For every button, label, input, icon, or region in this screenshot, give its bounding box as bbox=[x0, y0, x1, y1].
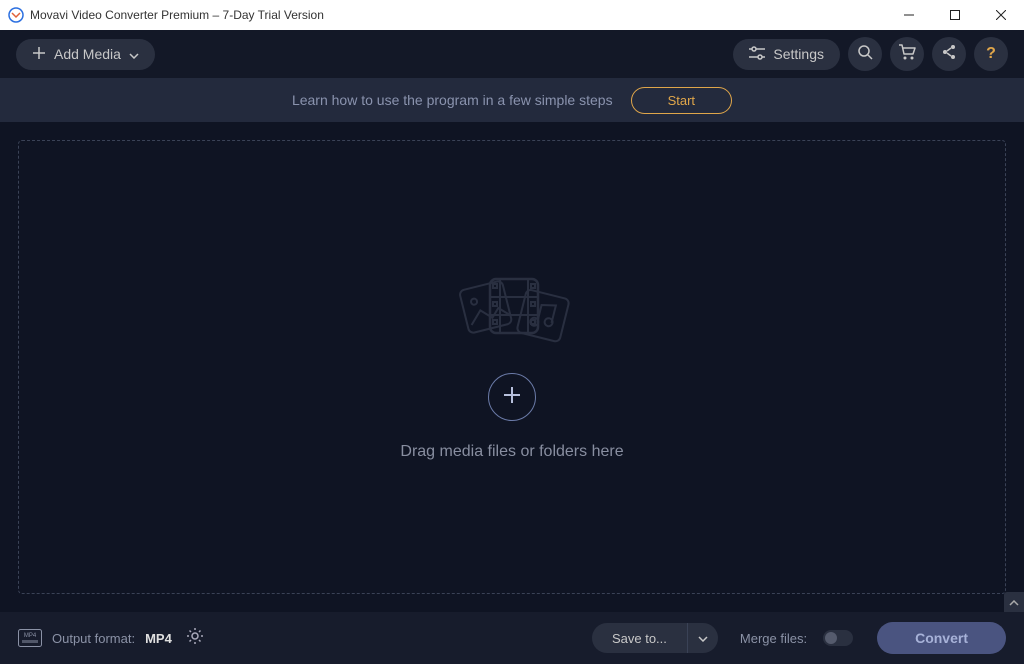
cart-button[interactable] bbox=[890, 37, 924, 71]
bottom-bar: MP4 Output format: MP4 Save to... Merge … bbox=[0, 612, 1024, 664]
close-button[interactable] bbox=[978, 0, 1024, 30]
start-tutorial-button[interactable]: Start bbox=[631, 87, 732, 114]
format-settings-button[interactable] bbox=[186, 627, 204, 650]
title-left: Movavi Video Converter Premium – 7-Day T… bbox=[8, 7, 324, 23]
plus-icon bbox=[501, 384, 523, 411]
help-button[interactable]: ? bbox=[974, 37, 1008, 71]
output-format-label: Output format: bbox=[52, 631, 135, 646]
search-icon bbox=[857, 44, 873, 65]
help-icon: ? bbox=[986, 45, 996, 63]
settings-label: Settings bbox=[773, 46, 824, 62]
chevron-up-icon bbox=[1009, 593, 1019, 611]
save-to-button[interactable]: Save to... bbox=[592, 625, 687, 652]
convert-button[interactable]: Convert bbox=[877, 622, 1006, 654]
collapse-presets-button[interactable] bbox=[1004, 592, 1024, 612]
dropzone-hint: Drag media files or folders here bbox=[400, 443, 623, 461]
add-media-button[interactable]: Add Media bbox=[16, 39, 155, 70]
maximize-button[interactable] bbox=[932, 0, 978, 30]
toolbar-right: Settings ? bbox=[733, 37, 1008, 71]
merge-files-toggle[interactable] bbox=[823, 630, 853, 646]
share-button[interactable] bbox=[932, 37, 966, 71]
plus-icon bbox=[32, 46, 46, 63]
search-button[interactable] bbox=[848, 37, 882, 71]
window-controls bbox=[886, 0, 1024, 30]
main-area: Drag media files or folders here bbox=[0, 122, 1024, 612]
chevron-down-icon bbox=[129, 46, 139, 62]
window-title: Movavi Video Converter Premium – 7-Day T… bbox=[30, 8, 324, 22]
gear-icon bbox=[186, 632, 204, 649]
chevron-down-icon bbox=[698, 629, 708, 646]
minimize-button[interactable] bbox=[886, 0, 932, 30]
cart-icon bbox=[898, 44, 916, 65]
share-icon bbox=[941, 44, 957, 65]
save-to-dropdown[interactable] bbox=[687, 623, 718, 653]
app-toolbar: Add Media Settings ? bbox=[0, 30, 1024, 78]
banner-text: Learn how to use the program in a few si… bbox=[292, 92, 613, 108]
add-files-button[interactable] bbox=[488, 373, 536, 421]
output-format-value[interactable]: MP4 bbox=[145, 631, 172, 646]
save-to-group: Save to... bbox=[592, 623, 718, 653]
merge-files-label: Merge files: bbox=[740, 631, 807, 646]
sliders-icon bbox=[749, 46, 765, 63]
settings-button[interactable]: Settings bbox=[733, 39, 840, 70]
format-icon: MP4 bbox=[18, 629, 42, 647]
app-icon bbox=[8, 7, 24, 23]
add-media-label: Add Media bbox=[54, 46, 121, 62]
svg-text:MP4: MP4 bbox=[24, 633, 37, 639]
tutorial-banner: Learn how to use the program in a few si… bbox=[0, 78, 1024, 122]
dropzone[interactable]: Drag media files or folders here bbox=[18, 140, 1006, 594]
window-titlebar: Movavi Video Converter Premium – 7-Day T… bbox=[0, 0, 1024, 30]
media-icons bbox=[437, 273, 587, 351]
